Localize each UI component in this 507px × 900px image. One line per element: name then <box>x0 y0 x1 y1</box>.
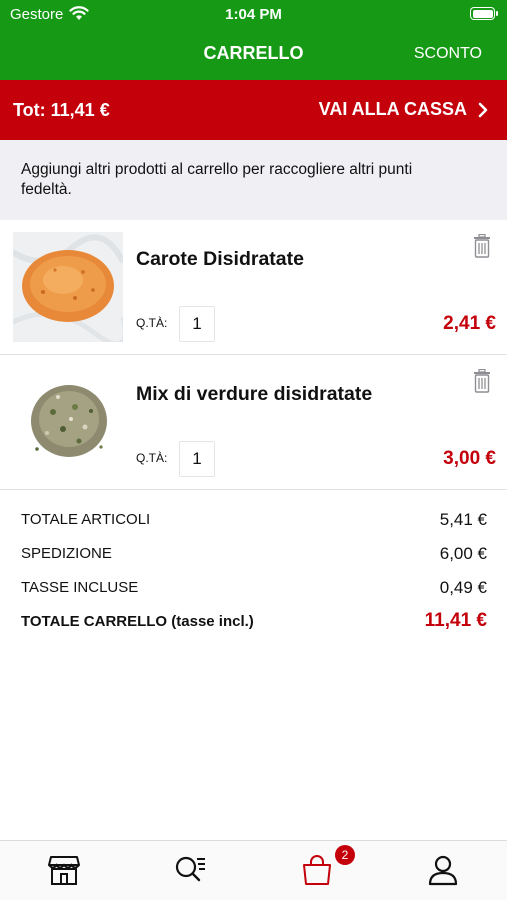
bag-icon <box>303 855 331 885</box>
store-icon <box>48 856 80 885</box>
summary-label: TOTALE ARTICOLI <box>21 511 151 528</box>
trash-icon[interactable] <box>473 234 491 258</box>
chevron-right-icon <box>478 102 488 117</box>
battery-icon <box>470 7 498 20</box>
tab-store[interactable] <box>47 853 81 887</box>
cart-item: Carote Disidratate Q.TÀ: 1 2,41 € <box>0 220 507 355</box>
loyalty-notice-text: Aggiungi altri prodotti al carrello per … <box>21 161 413 198</box>
summary-value: 0,49 € <box>439 578 487 597</box>
tab-search[interactable] <box>173 853 207 887</box>
nav-bar: CARRELLO SCONTO <box>0 28 507 80</box>
quantity-field[interactable]: 1 <box>179 441 215 477</box>
tab-cart[interactable] <box>300 853 334 887</box>
summary-value: 6,00 € <box>439 544 487 563</box>
quantity-label: Q.TÀ: <box>136 316 168 330</box>
checkout-button[interactable]: VAI ALLA CASSA <box>319 99 489 120</box>
quantity-label: Q.TÀ: <box>136 451 168 465</box>
checkout-label: VAI ALLA CASSA <box>318 99 467 119</box>
product-image-carrots <box>13 232 123 342</box>
product-image-vegetable-mix <box>13 367 123 477</box>
discount-button[interactable]: SCONTO <box>414 45 482 63</box>
product-price: 3,00 € <box>443 448 496 469</box>
loyalty-notice: Aggiungi altri prodotti al carrello per … <box>0 140 507 220</box>
search-list-icon <box>175 856 205 882</box>
tab-profile[interactable] <box>426 853 460 887</box>
summary-label: SPEDIZIONE <box>21 545 112 562</box>
clock: 1:04 PM <box>225 6 282 23</box>
total-bar: Tot: 11,41 € VAI ALLA CASSA <box>0 80 507 140</box>
summary-label: TOTALE CARRELLO (tasse incl.) <box>21 613 254 630</box>
trash-icon[interactable] <box>473 369 491 393</box>
cart-item: Mix di verdure disidratate Q.TÀ: 1 3,00 … <box>0 355 507 490</box>
user-icon <box>428 855 458 886</box>
cart-total: Tot: 11,41 € <box>13 100 110 120</box>
status-bar: Gestore 1:04 PM <box>0 0 507 28</box>
product-name: Mix di verdure disidratate <box>136 383 373 405</box>
tab-bar: 2 <box>0 840 507 900</box>
summary-label: TASSE INCLUSE <box>21 579 139 596</box>
cart-badge: 2 <box>335 845 355 865</box>
quantity-field[interactable]: 1 <box>179 306 215 342</box>
product-name: Carote Disidratate <box>136 248 304 270</box>
summary-value: 11,41 € <box>424 610 487 631</box>
summary-value: 5,41 € <box>439 510 487 529</box>
product-price: 2,41 € <box>443 313 496 334</box>
